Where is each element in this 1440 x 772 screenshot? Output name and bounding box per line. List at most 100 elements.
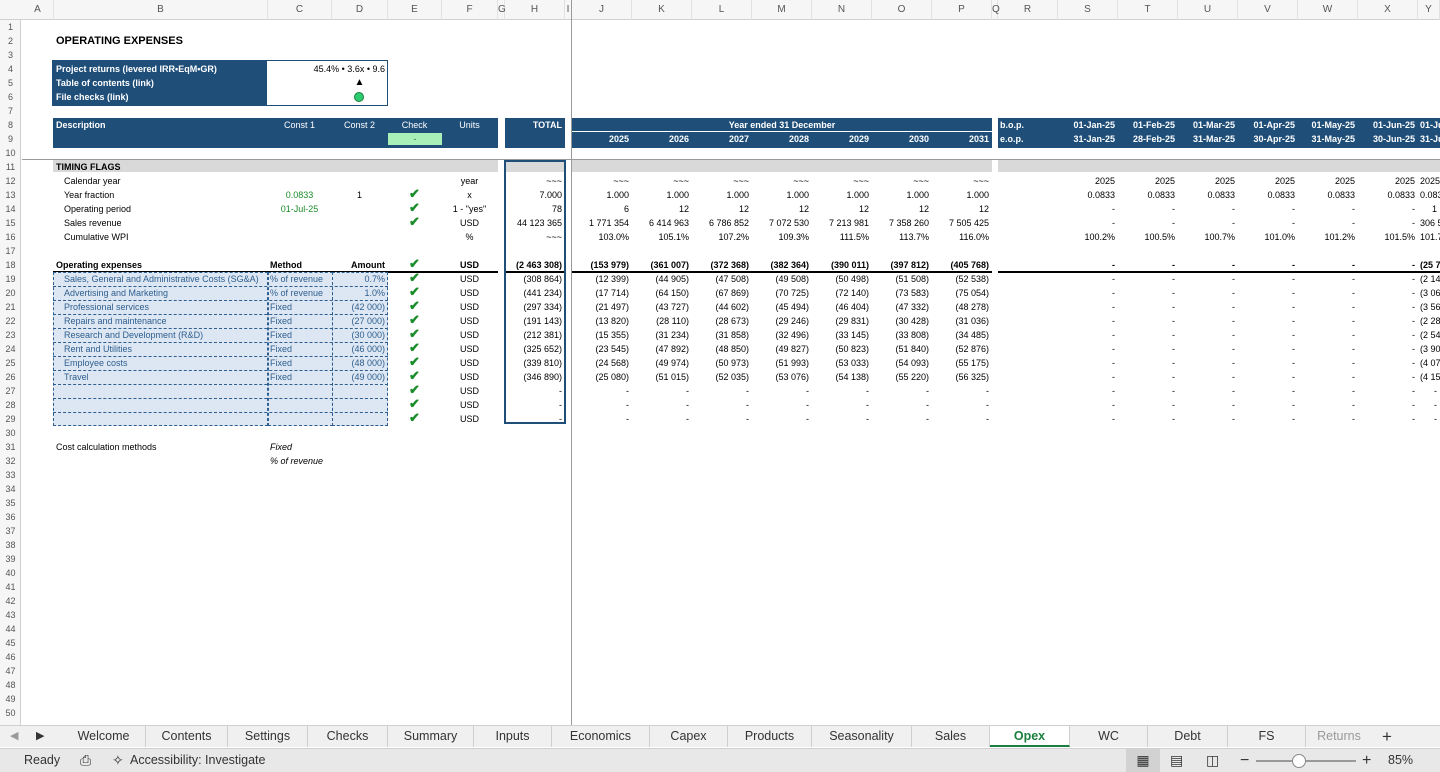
opex-month-value[interactable]: -: [1300, 356, 1355, 370]
check-header[interactable]: Check: [390, 118, 439, 132]
opex-month-value[interactable]: -: [1060, 272, 1115, 286]
opex-month-value[interactable]: -: [1420, 384, 1437, 398]
tab-debt[interactable]: Debt: [1148, 726, 1228, 747]
timing-year-value[interactable]: 7 213 981: [814, 216, 869, 230]
column-header[interactable]: J: [572, 0, 632, 20]
timing-month-value[interactable]: 101.7%: [1420, 230, 1440, 244]
tab-summary[interactable]: Summary: [388, 726, 474, 747]
opex-month-value[interactable]: -: [1060, 314, 1115, 328]
timing-const1[interactable]: 0.0833: [270, 188, 329, 202]
units-header[interactable]: Units: [444, 118, 495, 132]
timing-const2[interactable]: [334, 230, 385, 244]
column-header[interactable]: W: [1298, 0, 1358, 20]
opex-year-value[interactable]: (13 820): [574, 314, 629, 328]
tab-returns[interactable]: Returns: [1306, 726, 1372, 747]
opex-year-value[interactable]: (50 973): [694, 356, 749, 370]
row-header[interactable]: 48: [0, 678, 21, 692]
tab-economics[interactable]: Economics: [552, 726, 650, 747]
row-header[interactable]: 39: [0, 552, 21, 566]
const2-header[interactable]: Const 2: [334, 118, 385, 132]
opex-year-value[interactable]: (17 714): [574, 286, 629, 300]
opex-month-value[interactable]: -: [1120, 384, 1175, 398]
column-header[interactable]: L: [692, 0, 752, 20]
row-header[interactable]: 13: [0, 188, 21, 202]
timing-year-value[interactable]: 7 505 425: [934, 216, 989, 230]
opex-month-value[interactable]: (3 900): [1420, 342, 1440, 356]
opex-year-value[interactable]: (50 498): [814, 272, 869, 286]
column-header[interactable]: N: [812, 0, 872, 20]
const1-header[interactable]: Const 1: [270, 118, 329, 132]
opex-row-label[interactable]: Advertising and Marketing: [56, 286, 265, 300]
timing-flags-title[interactable]: TIMING FLAGS: [56, 160, 265, 174]
opex-year-value[interactable]: (23 545): [574, 342, 629, 356]
timing-month-value[interactable]: -: [1300, 202, 1355, 216]
macro-record-icon[interactable]: ⎙: [80, 752, 91, 769]
opex-amount[interactable]: (30 000): [334, 328, 385, 342]
cost-methods-label[interactable]: Cost calculation methods: [56, 440, 265, 454]
tab-welcome[interactable]: Welcome: [62, 726, 146, 747]
timing-const1[interactable]: [270, 230, 329, 244]
tab-capex[interactable]: Capex: [650, 726, 728, 747]
timing-year-value[interactable]: 1.000: [694, 188, 749, 202]
opex-month-total[interactable]: -: [1120, 258, 1175, 272]
column-header[interactable]: P: [932, 0, 992, 20]
opex-year-value[interactable]: (12 399): [574, 272, 629, 286]
tab-settings[interactable]: Settings: [228, 726, 308, 747]
opex-year-value[interactable]: (51 840): [874, 342, 929, 356]
timing-year-value[interactable]: 111.5%: [814, 230, 869, 244]
opex-year-value[interactable]: -: [634, 412, 689, 426]
opex-month-total[interactable]: -: [1360, 258, 1415, 272]
opex-month-value[interactable]: -: [1120, 356, 1175, 370]
opex-month-value[interactable]: -: [1360, 328, 1415, 342]
opex-row-label[interactable]: Repairs and maintenance: [56, 314, 265, 328]
eop-label[interactable]: e.o.p.: [1000, 132, 1055, 146]
opex-row-total[interactable]: (308 864): [507, 272, 562, 286]
timing-month-value[interactable]: 2025: [1060, 174, 1115, 188]
opex-month-value[interactable]: -: [1180, 342, 1235, 356]
opex-month-value[interactable]: -: [1300, 342, 1355, 356]
row-header[interactable]: 28: [0, 398, 21, 412]
row-header[interactable]: 4: [0, 62, 21, 76]
check-icon[interactable]: ✔: [390, 411, 439, 426]
opex-year-total[interactable]: (153 979): [574, 258, 629, 272]
opex-year-value[interactable]: (70 725): [754, 286, 809, 300]
opex-month-value[interactable]: -: [1180, 286, 1235, 300]
opex-amount[interactable]: [334, 412, 385, 426]
zoom-out-icon[interactable]: −: [1240, 749, 1249, 772]
column-header[interactable]: D: [332, 0, 388, 20]
opex-units[interactable]: USD: [444, 412, 495, 426]
timing-year-value[interactable]: 1.000: [634, 188, 689, 202]
opex-year-value[interactable]: -: [874, 412, 929, 426]
column-header[interactable]: X: [1358, 0, 1418, 20]
opex-month-value[interactable]: -: [1360, 412, 1415, 426]
timing-month-value[interactable]: 2025: [1300, 174, 1355, 188]
timing-row-label[interactable]: Year fraction: [56, 188, 265, 202]
column-header[interactable]: S: [1058, 0, 1118, 20]
timing-year-value[interactable]: 107.2%: [694, 230, 749, 244]
tab-opex[interactable]: Opex: [990, 726, 1070, 747]
timing-const1[interactable]: [270, 216, 329, 230]
opex-year-value[interactable]: (15 355): [574, 328, 629, 342]
opex-year-value[interactable]: -: [574, 412, 629, 426]
row-header[interactable]: 42: [0, 594, 21, 608]
timing-const2[interactable]: [334, 174, 385, 188]
opex-method[interactable]: [270, 398, 329, 412]
opex-units[interactable]: USD: [444, 286, 495, 300]
opex-month-value[interactable]: -: [1360, 342, 1415, 356]
opex-year-value[interactable]: (56 325): [934, 370, 989, 384]
opex-month-value[interactable]: -: [1360, 314, 1415, 328]
row-header[interactable]: 35: [0, 496, 21, 510]
opex-year-value[interactable]: (29 246): [754, 314, 809, 328]
timing-month-value[interactable]: -: [1120, 202, 1175, 216]
month-end-header[interactable]: 28-Feb-25: [1120, 132, 1175, 146]
opex-row-label[interactable]: Research and Development (R&D): [56, 328, 265, 342]
opex-year-value[interactable]: (33 808): [874, 328, 929, 342]
timing-month-value[interactable]: -: [1240, 216, 1295, 230]
row-header[interactable]: 47: [0, 664, 21, 678]
row-header[interactable]: 15: [0, 216, 21, 230]
opex-year-value[interactable]: (43 727): [634, 300, 689, 314]
year-header[interactable]: 2030: [874, 132, 929, 146]
timing-month-value[interactable]: 2025: [1120, 174, 1175, 188]
timing-month-value[interactable]: -: [1240, 202, 1295, 216]
opex-units[interactable]: USD: [444, 384, 495, 398]
